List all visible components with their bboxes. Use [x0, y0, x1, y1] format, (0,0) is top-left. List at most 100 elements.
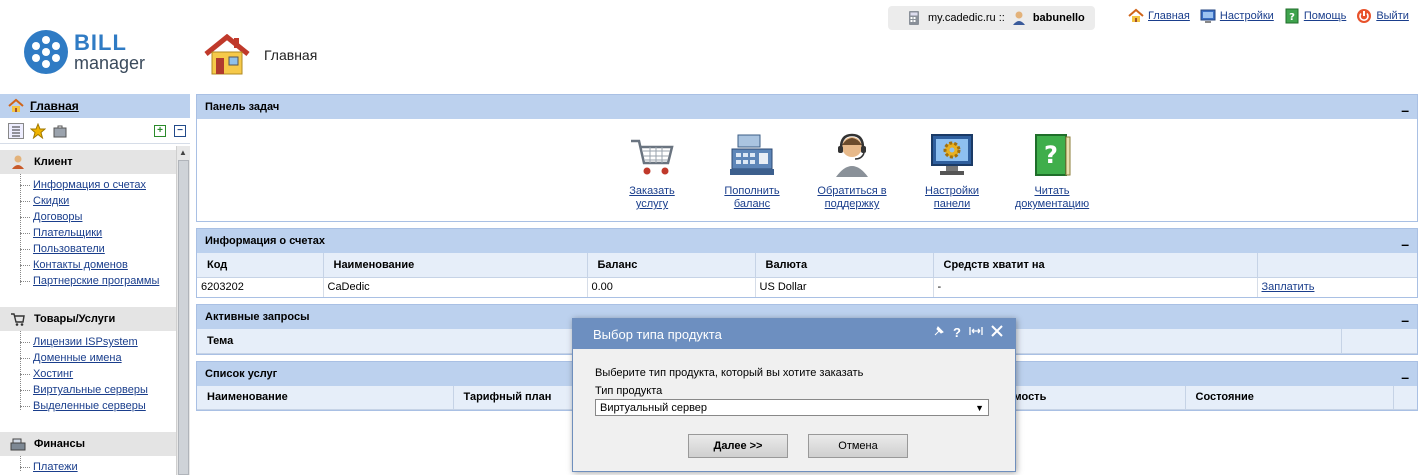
sidebar-item[interactable]: Платежи [20, 459, 176, 475]
scrollbar-thumb[interactable] [178, 160, 189, 475]
logo-mark-icon [24, 30, 68, 74]
dropdown-arrow-icon: ▼ [975, 402, 984, 413]
sidebar-item[interactable]: Виртуальные серверы [20, 382, 176, 398]
top-link-help[interactable]: ? Помощь [1284, 8, 1346, 24]
column-header[interactable]: Наименование [323, 253, 588, 278]
sidebar-item[interactable]: Партнерские программы [20, 273, 176, 289]
sidebar-group-header[interactable]: Клиент [0, 150, 176, 174]
task-panel-settings[interactable]: Настройки панели [902, 131, 1002, 221]
dialog-title: Выбор типа продукта [593, 326, 722, 342]
home-icon [8, 98, 24, 114]
help-icon: ? [1284, 8, 1300, 24]
task-order-service[interactable]: Заказать услугу [602, 131, 702, 221]
accounts-panel: Информация о счетах – Код Наименование Б… [196, 228, 1418, 298]
help-book-icon: ? [1028, 131, 1076, 179]
task-read-docs[interactable]: ? Читать документацию [1002, 131, 1102, 221]
sidebar-item[interactable]: Лицензии ISPsystem [20, 334, 176, 350]
column-header[interactable]: Баланс [587, 253, 756, 278]
sidebar-item[interactable]: Информация о счетах [20, 177, 176, 193]
svg-text:?: ? [1044, 141, 1058, 169]
sidebar: Главная + − Клиент Информация о счетах С… [0, 94, 190, 475]
column-header[interactable]: Наименование [197, 385, 454, 410]
favorites-star-icon[interactable] [29, 122, 47, 139]
cash-register-icon [728, 131, 776, 179]
minimize-button[interactable]: – [1401, 100, 1409, 117]
sidebar-home[interactable]: Главная [0, 94, 190, 118]
sidebar-item[interactable]: Контакты доменов [20, 257, 176, 273]
house-icon [204, 33, 250, 76]
collapse-all-button[interactable]: − [174, 124, 186, 137]
minimize-button[interactable]: – [1401, 234, 1409, 251]
top-link-logout[interactable]: Выйти [1356, 8, 1409, 24]
sidebar-group-client: Клиент Информация о счетах Скидки Догово… [0, 150, 176, 297]
logo-text-bill: BILL [74, 30, 127, 55]
minimize-button[interactable]: – [1401, 310, 1409, 327]
panel-title: Панель задач [205, 101, 280, 113]
list-view-icon[interactable] [8, 122, 24, 139]
sidebar-item[interactable]: Пользователи [20, 241, 176, 257]
accounts-table: Код Наименование Баланс Валюта Средств х… [197, 253, 1417, 297]
top-links: Главная Настройки ? Помощь Выйти [1128, 8, 1409, 24]
expand-all-button[interactable]: + [154, 124, 166, 137]
help-icon[interactable]: ? [953, 325, 961, 340]
calculator-icon [906, 10, 922, 26]
table-row[interactable]: 6203202 CaDedic 0.00 US Dollar - Заплати… [197, 277, 1417, 297]
task-contact-support[interactable]: Обратиться в поддержку [802, 131, 902, 221]
next-button[interactable]: Далее >> [688, 434, 788, 458]
power-icon [1356, 8, 1372, 24]
sidebar-item[interactable]: Доменные имена [20, 350, 176, 366]
cash-register-icon [10, 436, 26, 452]
pin-icon[interactable] [933, 325, 945, 340]
product-type-select[interactable]: Виртуальный сервер ▼ [595, 399, 989, 416]
panel-title: Список услуг [205, 367, 278, 380]
close-icon[interactable] [991, 325, 1003, 340]
task-top-up-balance[interactable]: Пополнить баланс [702, 131, 802, 221]
column-header[interactable]: Валюта [755, 253, 934, 278]
page-title: Главная [264, 47, 318, 63]
dialog-description: Выберите тип продукта, который вы хотите… [595, 367, 864, 379]
sidebar-item[interactable]: Договоры [20, 209, 176, 225]
billmanager-logo[interactable]: BILL manager [24, 30, 145, 74]
product-type-dialog: Выбор типа продукта ? Выберите тип проду… [572, 318, 1016, 472]
sidebar-item[interactable]: Выделенные серверы [20, 398, 176, 414]
column-header [1257, 253, 1417, 278]
cancel-button[interactable]: Отмена [808, 434, 908, 458]
client-icon [10, 154, 26, 170]
sidebar-group-finance: Финансы Платежи [0, 432, 176, 475]
sidebar-item[interactable]: Хостинг [20, 366, 176, 382]
sidebar-item[interactable]: Плательщики [20, 225, 176, 241]
dialog-titlebar[interactable]: Выбор типа продукта ? [573, 319, 1015, 349]
tasks-panel: Панель задач – Заказать услугу Пополнить… [196, 94, 1418, 222]
svg-text:?: ? [1289, 12, 1295, 23]
page-header: Главная [204, 33, 318, 76]
top-link-home[interactable]: Главная [1128, 8, 1190, 24]
account-box: my.cadedic.ru :: babunello [888, 6, 1095, 30]
sidebar-toolbar: + − [0, 118, 190, 144]
pay-link[interactable]: Заплатить [1262, 281, 1315, 293]
top-bar: my.cadedic.ru :: babunello [888, 6, 1095, 30]
sidebar-scrollbar[interactable]: ▲ [176, 146, 190, 475]
site-name: my.cadedic.ru :: [928, 12, 1005, 24]
resize-icon[interactable] [969, 325, 983, 340]
product-type-label: Тип продукта [595, 385, 663, 397]
cart-icon [10, 311, 26, 327]
monitor-gear-icon [928, 131, 976, 179]
sidebar-group-header[interactable]: Товары/Услуги [0, 307, 176, 331]
sidebar-menu: Клиент Информация о счетах Скидки Догово… [0, 146, 176, 475]
sidebar-group-header[interactable]: Финансы [0, 432, 176, 456]
user-icon [1011, 10, 1027, 26]
settings-icon [1200, 8, 1216, 24]
column-header[interactable]: Состояние [1185, 385, 1394, 410]
top-link-settings[interactable]: Настройки [1200, 8, 1274, 24]
column-header[interactable]: Код [197, 253, 324, 278]
panel-title: Активные запросы [205, 311, 310, 323]
sidebar-item[interactable]: Скидки [20, 193, 176, 209]
support-agent-icon [828, 131, 876, 179]
column-header [1341, 329, 1417, 354]
column-header[interactable]: Средств хватит на [933, 253, 1258, 278]
logo-text-manager: manager [74, 53, 146, 73]
sidebar-group-products: Товары/Услуги Лицензии ISPsystem Доменны… [0, 307, 176, 422]
minimize-button[interactable]: – [1401, 367, 1409, 384]
column-header[interactable]: мость [1003, 385, 1186, 410]
briefcase-icon[interactable] [52, 123, 68, 139]
